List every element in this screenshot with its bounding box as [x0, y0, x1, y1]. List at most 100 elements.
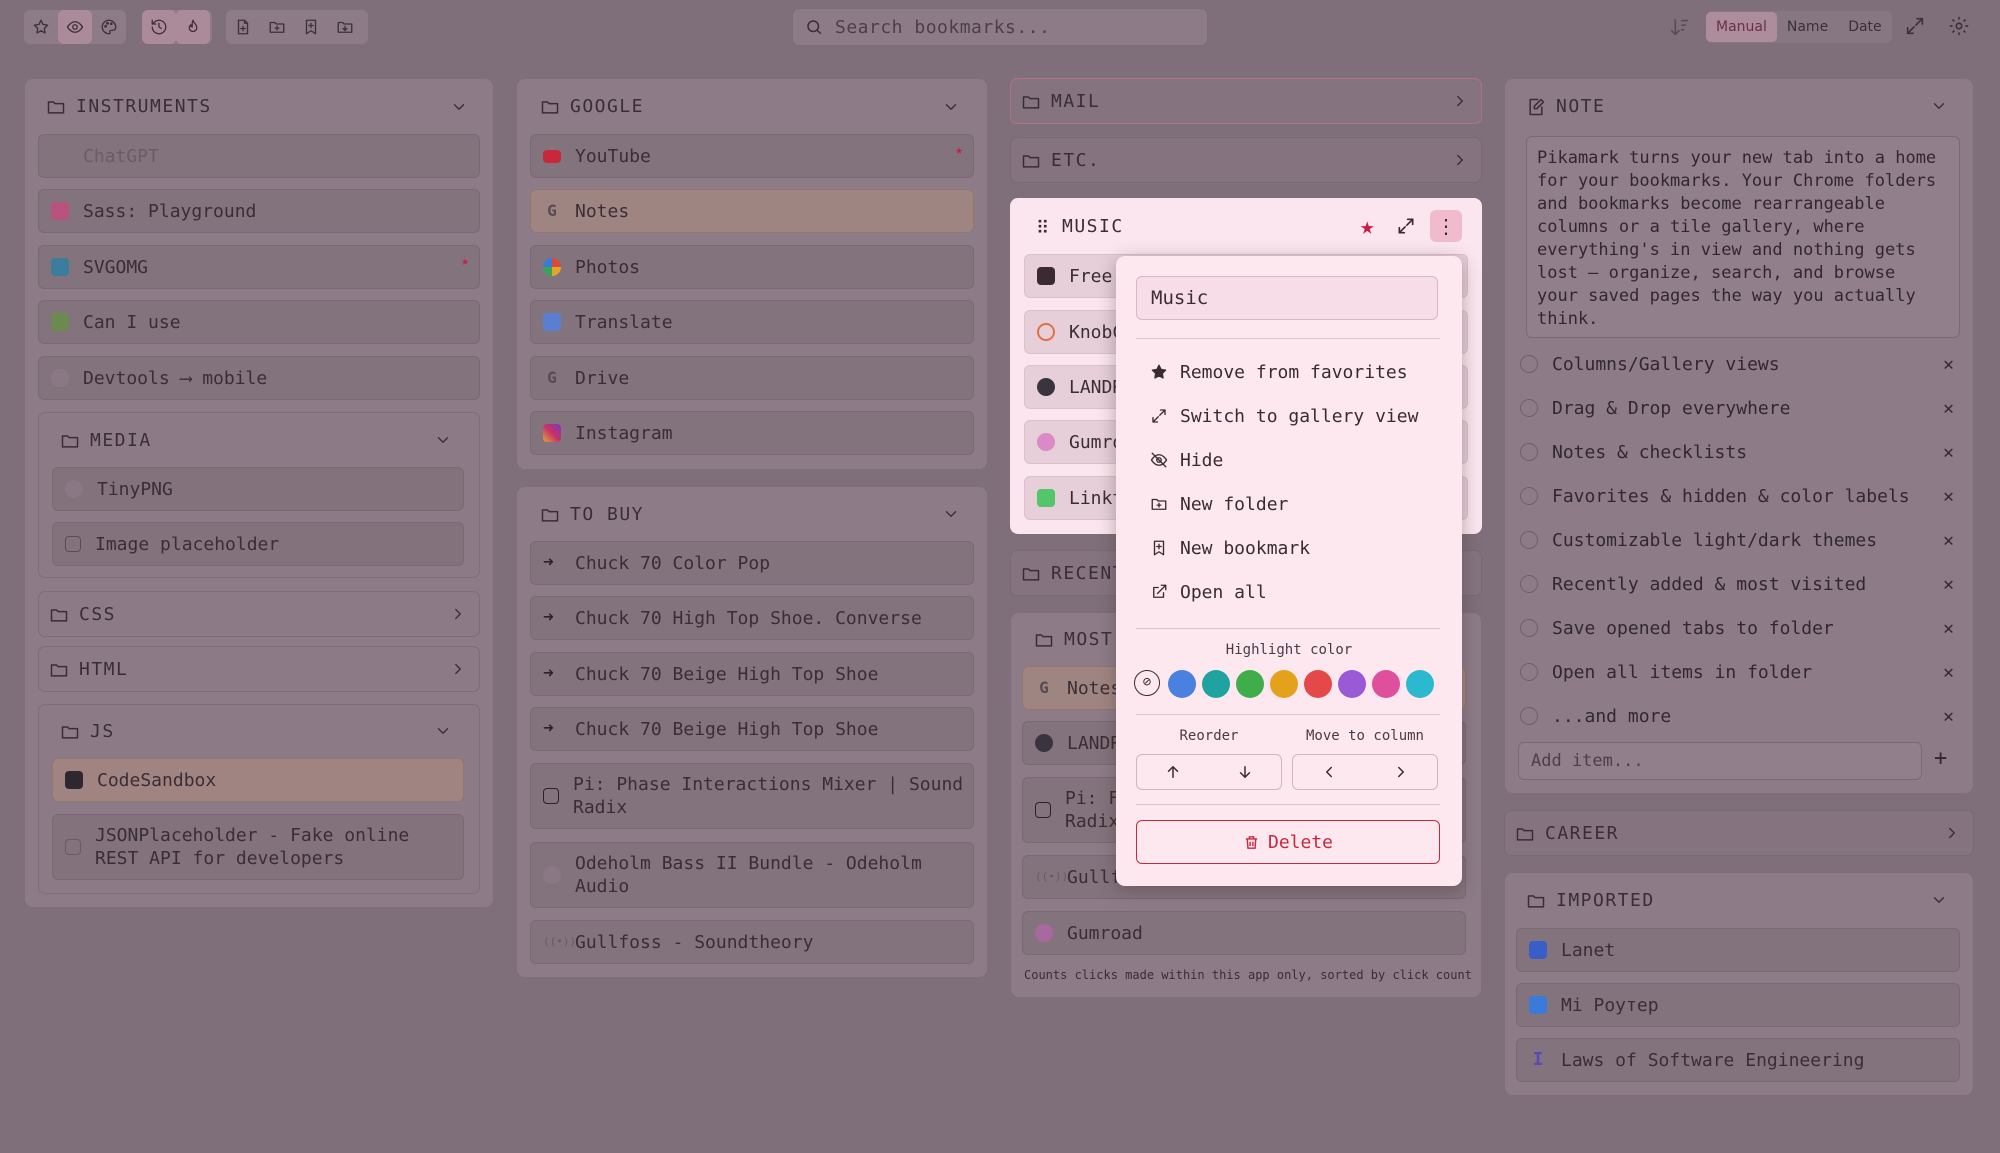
bookmark-most-gumroad[interactable]: Gumroad [1022, 911, 1466, 955]
bookmark-instagram[interactable]: Instagram [530, 411, 974, 455]
new-folder-item[interactable]: New folder [1150, 488, 1288, 520]
close-icon[interactable]: ✕ [1943, 442, 1954, 463]
folder-mail[interactable]: MAIL [1010, 78, 1482, 124]
add-icon[interactable]: + [1934, 746, 1947, 771]
color-purple-swatch[interactable] [1338, 670, 1366, 698]
recent-toggle[interactable] [142, 10, 176, 44]
folder-to-buy-header[interactable]: TO BUY [540, 504, 644, 525]
folder-most-header[interactable]: MOST [1034, 629, 1113, 650]
checklist-item[interactable]: Save opened tabs to folder ✕ [1518, 610, 1968, 646]
settings-gear-icon[interactable] [1948, 15, 1972, 39]
bookmark-chatgpt[interactable]: ChatGPT [38, 134, 480, 178]
bookmark-translate[interactable]: Translate [530, 300, 974, 344]
close-icon[interactable]: ✕ [1943, 354, 1954, 375]
note-header[interactable]: NOTE [1526, 96, 1605, 117]
color-pink-swatch[interactable] [1372, 670, 1400, 698]
folder-js-header[interactable]: JS [60, 721, 115, 742]
chevron-down-icon[interactable] [434, 431, 452, 449]
color-green-swatch[interactable] [1236, 670, 1264, 698]
bookmark-mi-router[interactable]: Mi Роутер [1516, 983, 1960, 1027]
folder-media-header[interactable]: MEDIA [60, 430, 152, 451]
chevron-down-icon[interactable] [434, 722, 452, 740]
sort-direction-icon[interactable] [1668, 16, 1690, 38]
theme-button[interactable] [92, 10, 126, 44]
expand-icon[interactable] [1904, 15, 1928, 39]
chevron-down-icon[interactable] [1930, 97, 1948, 115]
close-icon[interactable]: ✕ [1943, 618, 1954, 639]
arrow-down-icon[interactable] [1236, 763, 1254, 781]
bookmark-gullfoss[interactable]: ((•)) Gullfoss - Soundtheory [530, 920, 974, 964]
add-item-input[interactable]: Add item... [1518, 742, 1922, 780]
bookmark-caniuse[interactable]: Can I use [38, 300, 480, 344]
folder-google-header[interactable]: GOOGLE [540, 96, 644, 117]
chevron-down-icon[interactable] [942, 505, 960, 523]
checklist-item[interactable]: Customizable light/dark themes ✕ [1518, 522, 1968, 558]
drag-handle-icon[interactable]: ⠿ [1036, 218, 1049, 239]
color-teal-swatch[interactable] [1202, 670, 1230, 698]
sort-date[interactable]: Date [1838, 12, 1891, 42]
folder-instruments-header[interactable]: INSTRUMENTS [46, 96, 212, 117]
bookmark-chuck70-high-top[interactable]: ➜ Chuck 70 High Top Shoe. Converse [530, 596, 974, 640]
chevron-down-icon[interactable] [1930, 891, 1948, 909]
color-blue-swatch[interactable] [1168, 670, 1196, 698]
chevron-down-icon[interactable] [942, 98, 960, 116]
more-options-button[interactable]: ⋮ [1430, 210, 1462, 242]
color-none-swatch[interactable]: ⊘ [1134, 670, 1160, 696]
most-visited-toggle[interactable] [176, 10, 210, 44]
save-tabs-button[interactable] [328, 10, 362, 44]
checkbox[interactable] [1520, 531, 1538, 549]
folder-name-input[interactable]: Music [1136, 276, 1438, 320]
checkbox[interactable] [1520, 487, 1538, 505]
checkbox[interactable] [1520, 399, 1538, 417]
color-yellow-swatch[interactable] [1270, 670, 1298, 698]
close-icon[interactable]: ✕ [1943, 574, 1954, 595]
checklist-item[interactable]: Columns/Gallery views ✕ [1518, 346, 1968, 382]
checkbox[interactable] [1520, 355, 1538, 373]
checklist-item[interactable]: Drag & Drop everywhere ✕ [1518, 390, 1968, 426]
bookmark-chuck70-color-pop[interactable]: ➜ Chuck 70 Color Pop [530, 541, 974, 585]
color-cyan-swatch[interactable] [1406, 670, 1434, 698]
expand-icon[interactable] [1396, 216, 1416, 236]
new-bookmark-button[interactable] [294, 10, 328, 44]
close-icon[interactable]: ✕ [1943, 706, 1954, 727]
checklist-item[interactable]: Notes & checklists ✕ [1518, 434, 1968, 470]
bookmark-devtools[interactable]: Devtools ⟶ mobile [38, 356, 480, 400]
checklist-item[interactable]: Favorites & hidden & color labels ✕ [1518, 478, 1968, 514]
checklist-item[interactable]: Recently added & most visited ✕ [1518, 566, 1968, 602]
bookmark-lanet[interactable]: Lanet [1516, 928, 1960, 972]
folder-music-header[interactable]: MUSIC [1062, 216, 1124, 237]
checkbox[interactable] [1520, 663, 1538, 681]
close-icon[interactable]: ✕ [1943, 662, 1954, 683]
bookmark-notes[interactable]: G Notes [530, 189, 974, 233]
folder-html[interactable]: HTML [38, 646, 480, 692]
checkbox[interactable] [1520, 619, 1538, 637]
close-icon[interactable]: ✕ [1943, 398, 1954, 419]
folder-imported-header[interactable]: IMPORTED [1526, 890, 1655, 911]
favorites-toggle[interactable] [24, 10, 58, 44]
sort-manual[interactable]: Manual [1706, 12, 1777, 42]
arrow-up-icon[interactable] [1164, 763, 1182, 781]
bookmark-image-placeholder[interactable]: Image placeholder [52, 522, 464, 566]
checkbox[interactable] [1520, 575, 1538, 593]
bookmark-tinypng[interactable]: TinyPNG [52, 467, 464, 511]
bookmark-youtube[interactable]: YouTube ★ [530, 134, 974, 178]
checkbox[interactable] [1520, 707, 1538, 725]
chevron-right-icon[interactable] [1392, 763, 1410, 781]
new-note-button[interactable] [226, 10, 260, 44]
bookmark-drive[interactable]: G Drive [530, 356, 974, 400]
new-bookmark-item[interactable]: New bookmark [1150, 532, 1310, 564]
remove-favorites-item[interactable]: Remove from favorites [1150, 356, 1408, 388]
new-folder-button[interactable] [260, 10, 294, 44]
bookmark-chuck70-beige-1[interactable]: ➜ Chuck 70 Beige High Top Shoe [530, 652, 974, 696]
checklist-item[interactable]: ...and more ✕ [1518, 698, 1968, 734]
bookmark-photos[interactable]: Photos [530, 245, 974, 289]
bookmark-odeholm[interactable]: Odeholm Bass II Bundle - Odeholm Audio [530, 842, 974, 908]
folder-career[interactable]: CAREER [1504, 810, 1974, 856]
chevron-left-icon[interactable] [1320, 763, 1338, 781]
bookmark-svgomg[interactable]: SVGOMG ★ [38, 245, 480, 289]
bookmark-pi-phase[interactable]: Pi: Phase Interactions Mixer | Sound Rad… [530, 763, 974, 829]
gallery-view-item[interactable]: Switch to gallery view [1150, 400, 1418, 432]
hidden-toggle[interactable] [58, 10, 92, 44]
bookmark-jsonplaceholder[interactable]: JSONPlaceholder - Fake online REST API f… [52, 814, 464, 880]
hide-item[interactable]: Hide [1150, 444, 1223, 476]
